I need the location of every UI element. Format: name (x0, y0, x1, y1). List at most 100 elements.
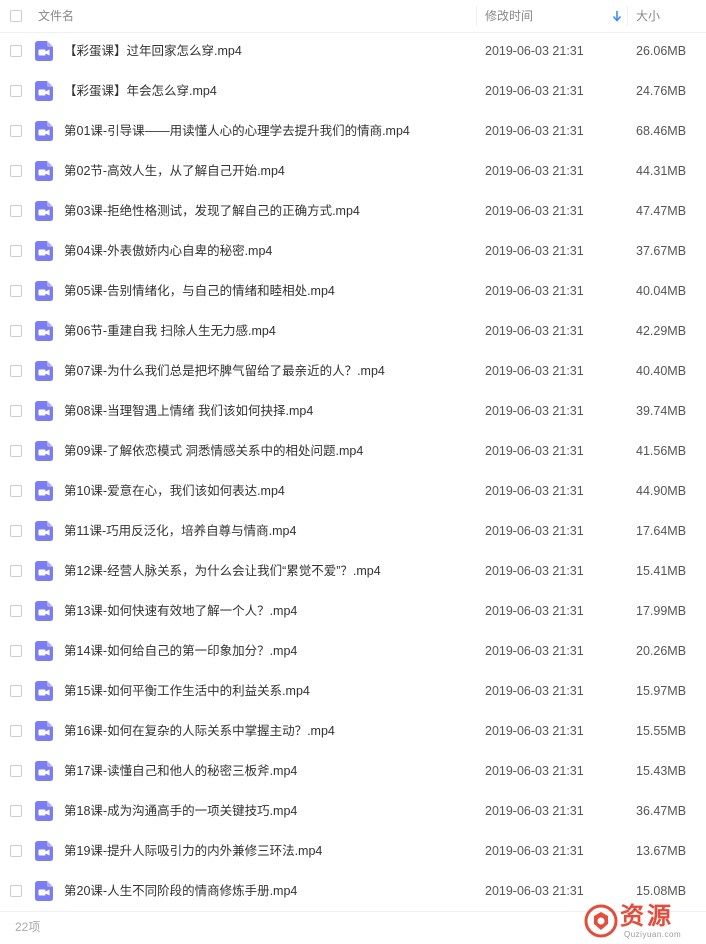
row-checkbox[interactable] (10, 245, 22, 257)
file-size: 41.56MB (636, 444, 687, 458)
file-name-link[interactable]: 第11课-巧用反泛化，培养自尊与情商.mp4 (64, 512, 464, 550)
file-modified-time: 2019-06-03 21:31 (485, 484, 584, 498)
file-row[interactable]: 【彩蛋课】年会怎么穿.mp4 2019-06-03 21:31 24.76MB (0, 72, 706, 112)
file-row[interactable]: 第11课-巧用反泛化，培养自尊与情商.mp4 2019-06-03 21:31 17… (0, 512, 706, 552)
file-size: 15.55MB (636, 724, 687, 738)
column-header-size[interactable]: 大小 (636, 0, 660, 32)
file-row[interactable]: 第10课-爱意在心，我们该如何表达.mp4 2019-06-03 21:31 44.… (0, 472, 706, 512)
row-checkbox[interactable] (10, 45, 22, 57)
row-checkbox[interactable] (10, 845, 22, 857)
row-checkbox[interactable] (10, 445, 22, 457)
row-checkbox[interactable] (10, 565, 22, 577)
row-checkbox[interactable] (10, 125, 22, 137)
row-checkbox[interactable] (10, 605, 22, 617)
file-row[interactable]: 第05课-告别情绪化，与自己的情绪和睦相处.mp4 2019-06-03 21:3… (0, 272, 706, 312)
file-modified-time: 2019-06-03 21:31 (485, 644, 584, 658)
file-name-link[interactable]: 第10课-爱意在心，我们该如何表达.mp4 (64, 472, 464, 510)
select-all-checkbox[interactable] (10, 10, 22, 22)
sort-down-arrow-icon[interactable] (612, 9, 622, 23)
file-name-link[interactable]: 第05课-告别情绪化，与自己的情绪和睦相处.mp4 (64, 272, 464, 310)
file-name-link[interactable]: 第20课-人生不同阶段的情商修炼手册.mp4 (64, 872, 464, 910)
file-row[interactable]: 第13课-如何快速有效地了解一个人？.mp4 2019-06-03 21:31 17… (0, 592, 706, 632)
file-name-link[interactable]: 第19课-提升人际吸引力的内外兼修三环法.mp4 (64, 832, 464, 870)
file-size: 15.43MB (636, 764, 687, 778)
video-file-icon (35, 601, 53, 621)
file-row[interactable]: 第12课-经营人脉关系，为什么会让我们“累觉不爱”？.mp4 2019-06-03… (0, 552, 706, 592)
file-size: 26.06MB (636, 44, 687, 58)
row-checkbox[interactable] (10, 725, 22, 737)
file-row[interactable]: 第06节-重建自我 扫除人生无力感.mp4 2019-06-03 21:31 42.… (0, 312, 706, 352)
file-name-link[interactable]: 第17课-读懂自己和他人的秘密三板斧.mp4 (64, 752, 464, 790)
file-row[interactable]: 第02节-高效人生，从了解自己开始.mp4 2019-06-03 21:31 44.… (0, 152, 706, 192)
video-file-icon (35, 41, 53, 61)
row-checkbox[interactable] (10, 885, 22, 897)
file-name-link[interactable]: 第13课-如何快速有效地了解一个人？.mp4 (64, 592, 464, 630)
file-row[interactable]: 第15课-如何平衡工作生活中的利益关系.mp4 2019-06-03 21:31 1… (0, 672, 706, 712)
file-row[interactable]: 第16课-如何在复杂的人际关系中掌握主动？.mp4 2019-06-03 21:3… (0, 712, 706, 752)
row-checkbox[interactable] (10, 205, 22, 217)
row-checkbox[interactable] (10, 765, 22, 777)
file-size: 37.67MB (636, 244, 687, 258)
file-modified-time: 2019-06-03 21:31 (485, 884, 584, 898)
row-checkbox[interactable] (10, 365, 22, 377)
row-checkbox[interactable] (10, 405, 22, 417)
video-file-icon (35, 521, 53, 541)
video-file-icon (35, 561, 53, 581)
row-checkbox[interactable] (10, 285, 22, 297)
row-checkbox[interactable] (10, 165, 22, 177)
file-name-link[interactable]: 【彩蛋课】过年回家怎么穿.mp4 (64, 32, 464, 70)
file-row[interactable]: 第01课-引导课——用读懂人心的心理学去提升我们的情商.mp4 2019-06-0… (0, 112, 706, 152)
file-row[interactable]: 第04课-外表傲娇内心自卑的秘密.mp4 2019-06-03 21:31 37.6… (0, 232, 706, 272)
file-name-link[interactable]: 第14课-如何给自己的第一印象加分？.mp4 (64, 632, 464, 670)
row-checkbox[interactable] (10, 525, 22, 537)
file-modified-time: 2019-06-03 21:31 (485, 44, 584, 58)
file-size: 44.90MB (636, 484, 687, 498)
file-name-link[interactable]: 第03课-拒绝性格测试，发现了解自己的正确方式.mp4 (64, 192, 464, 230)
file-row[interactable]: 第17课-读懂自己和他人的秘密三板斧.mp4 2019-06-03 21:31 15… (0, 752, 706, 792)
file-row[interactable]: 第08课-当理智遇上情绪 我们该如何抉择.mp4 2019-06-03 21:31… (0, 392, 706, 432)
file-name-link[interactable]: 第09课-了解依恋模式 洞悉情感关系中的相处问题.mp4 (64, 432, 464, 470)
row-checkbox[interactable] (10, 325, 22, 337)
video-file-icon (35, 681, 53, 701)
file-size: 15.41MB (636, 564, 687, 578)
file-name-link[interactable]: 第07课-为什么我们总是把坏脾气留给了最亲近的人？.mp4 (64, 352, 464, 390)
file-name-link[interactable]: 第18课-成为沟通高手的一项关键技巧.mp4 (64, 792, 464, 830)
column-header-name[interactable]: 文件名 (38, 0, 74, 32)
file-row[interactable]: 第14课-如何给自己的第一印象加分？.mp4 2019-06-03 21:31 20… (0, 632, 706, 672)
column-header-modified[interactable]: 修改时间 (485, 0, 533, 32)
file-name-link[interactable]: 第06节-重建自我 扫除人生无力感.mp4 (64, 312, 464, 350)
file-row[interactable]: 【彩蛋课】过年回家怎么穿.mp4 2019-06-03 21:31 26.06MB (0, 32, 706, 72)
video-file-icon (35, 881, 53, 901)
file-size: 13.67MB (636, 844, 687, 858)
row-checkbox[interactable] (10, 685, 22, 697)
file-row[interactable]: 第03课-拒绝性格测试，发现了解自己的正确方式.mp4 2019-06-03 21… (0, 192, 706, 232)
watermark-text: 资源 (620, 902, 674, 930)
file-name-link[interactable]: 第12课-经营人脉关系，为什么会让我们“累觉不爱”？.mp4 (64, 552, 464, 590)
row-checkbox[interactable] (10, 805, 22, 817)
video-file-icon (35, 721, 53, 741)
file-row[interactable]: 第18课-成为沟通高手的一项关键技巧.mp4 2019-06-03 21:31 36… (0, 792, 706, 832)
file-name-link[interactable]: 第08课-当理智遇上情绪 我们该如何抉择.mp4 (64, 392, 464, 430)
column-divider[interactable] (627, 6, 628, 26)
row-checkbox[interactable] (10, 85, 22, 97)
row-checkbox[interactable] (10, 645, 22, 657)
file-name-link[interactable]: 【彩蛋课】年会怎么穿.mp4 (64, 72, 464, 110)
video-file-icon (35, 161, 53, 181)
file-row[interactable]: 第09课-了解依恋模式 洞悉情感关系中的相处问题.mp4 2019-06-03 2… (0, 432, 706, 472)
file-name-link[interactable]: 第15课-如何平衡工作生活中的利益关系.mp4 (64, 672, 464, 710)
file-name-link[interactable]: 第02节-高效人生，从了解自己开始.mp4 (64, 152, 464, 190)
file-row[interactable]: 第07课-为什么我们总是把坏脾气留给了最亲近的人？.mp4 2019-06-03 … (0, 352, 706, 392)
file-modified-time: 2019-06-03 21:31 (485, 244, 584, 258)
row-checkbox[interactable] (10, 485, 22, 497)
file-row[interactable]: 第19课-提升人际吸引力的内外兼修三环法.mp4 2019-06-03 21:31… (0, 832, 706, 872)
file-name-link[interactable]: 第01课-引导课——用读懂人心的心理学去提升我们的情商.mp4 (64, 112, 464, 150)
file-size: 39.74MB (636, 404, 687, 418)
video-file-icon (35, 841, 53, 861)
file-modified-time: 2019-06-03 21:31 (485, 204, 584, 218)
file-size: 42.29MB (636, 324, 687, 338)
file-modified-time: 2019-06-03 21:31 (485, 844, 584, 858)
video-file-icon (35, 361, 53, 381)
file-name-link[interactable]: 第04课-外表傲娇内心自卑的秘密.mp4 (64, 232, 464, 270)
file-name-link[interactable]: 第16课-如何在复杂的人际关系中掌握主动？.mp4 (64, 712, 464, 750)
column-divider[interactable] (476, 6, 477, 26)
